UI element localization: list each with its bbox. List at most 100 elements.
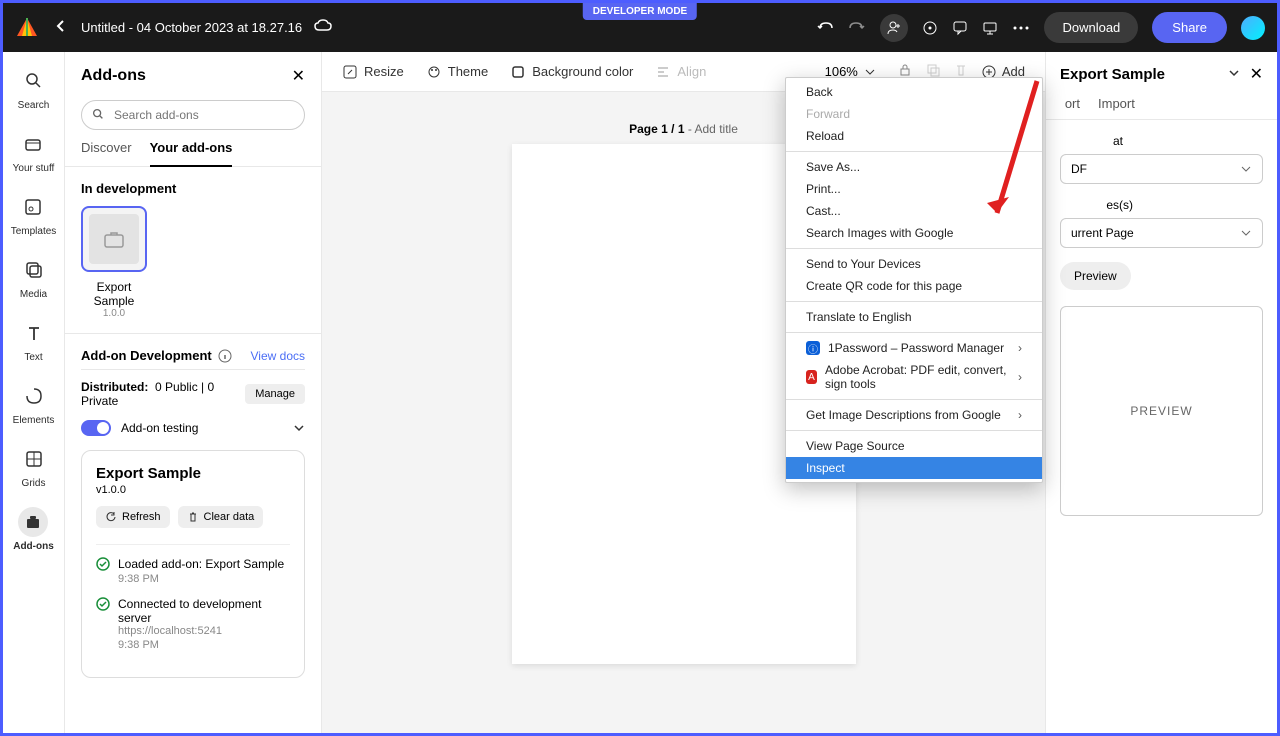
rail-elements[interactable]: Elements: [13, 381, 55, 426]
panel-title: Add-ons: [81, 67, 146, 85]
ctx-1password[interactable]: ⓘ1Password – Password Manager›: [786, 337, 1042, 359]
distributed-label: Distributed:: [81, 380, 148, 394]
share-button[interactable]: Share: [1152, 12, 1227, 43]
ctx-inspect[interactable]: Inspect: [786, 457, 1042, 479]
refresh-icon: [105, 511, 117, 523]
rail-your-stuff[interactable]: Your stuff: [13, 129, 55, 174]
acrobat-icon: A: [806, 370, 817, 384]
rail-addons[interactable]: Add-ons: [13, 507, 54, 552]
format-label: at: [1060, 134, 1263, 148]
tab-export[interactable]: ort: [1060, 96, 1080, 119]
bgcolor-icon: [510, 64, 526, 80]
ctx-img-descriptions[interactable]: Get Image Descriptions from Google›: [786, 404, 1042, 426]
rail-media[interactable]: Media: [19, 255, 49, 300]
rail-text[interactable]: Text: [19, 318, 49, 363]
chevron-down-icon[interactable]: [1228, 64, 1240, 84]
invite-icon[interactable]: [880, 14, 908, 42]
align-button: Align: [655, 64, 706, 80]
redo-icon[interactable]: [848, 20, 866, 36]
ctx-print[interactable]: Print...: [786, 178, 1042, 200]
log-entry: Loaded add-on: Export Sample9:38 PM: [96, 557, 290, 585]
close-icon[interactable]: ✕: [1250, 64, 1263, 84]
ctx-view-source[interactable]: View Page Source: [786, 435, 1042, 457]
bag-icon: [103, 230, 125, 248]
ctx-send-devices[interactable]: Send to Your Devices: [786, 253, 1042, 275]
comment-icon[interactable]: [952, 20, 968, 36]
addon-dev-heading: Add-on Development: [81, 348, 232, 363]
search-icon: [91, 107, 105, 121]
resize-button[interactable]: Resize: [342, 64, 404, 80]
user-avatar[interactable]: [1241, 16, 1265, 40]
trash-icon: [187, 511, 199, 523]
ctx-reload[interactable]: Reload: [786, 125, 1042, 147]
dev-mode-badge: DEVELOPER MODE: [583, 3, 697, 20]
header-actions: Download Share: [816, 12, 1265, 43]
ctx-qr[interactable]: Create QR code for this page: [786, 275, 1042, 297]
present-icon[interactable]: [982, 20, 998, 36]
export-panel-title: Export Sample: [1060, 66, 1165, 83]
ctx-search-images[interactable]: Search Images with Google: [786, 222, 1042, 244]
chevron-down-icon[interactable]: [293, 421, 305, 435]
addon-testing-toggle[interactable]: Add-on testing: [81, 420, 305, 436]
rail-search[interactable]: Search: [18, 66, 50, 111]
back-button[interactable]: [55, 19, 65, 36]
rail-templates[interactable]: Templates: [11, 192, 57, 237]
ctx-cast[interactable]: Cast...: [786, 200, 1042, 222]
preview-area: PREVIEW: [1060, 306, 1263, 516]
app-header: DEVELOPER MODE Untitled - 04 October 202…: [3, 3, 1277, 52]
resize-icon: [342, 64, 358, 80]
ctx-forward: Forward: [786, 103, 1042, 125]
tile-version: 1.0.0: [81, 308, 147, 319]
addon-search-input[interactable]: [81, 100, 305, 130]
pages-select[interactable]: urrent Page: [1060, 218, 1263, 248]
view-docs-link[interactable]: View docs: [251, 349, 305, 363]
undo-icon[interactable]: [816, 20, 834, 36]
chevron-down-icon: [864, 68, 876, 76]
more-icon[interactable]: [1012, 26, 1030, 30]
chevron-down-icon: [1240, 162, 1252, 176]
tab-import[interactable]: Import: [1098, 96, 1135, 119]
align-icon: [655, 64, 671, 80]
panel-close-icon[interactable]: ✕: [292, 66, 305, 86]
context-menu: Back Forward Reload Save As... Print... …: [785, 77, 1043, 483]
addon-tile[interactable]: Export Sample1.0.0: [81, 206, 305, 319]
ctx-acrobat[interactable]: AAdobe Acrobat: PDF edit, convert, sign …: [786, 359, 1042, 395]
toggle-switch[interactable]: [81, 420, 111, 436]
ctx-translate[interactable]: Translate to English: [786, 306, 1042, 328]
tile-name: Export Sample: [81, 280, 147, 308]
bgcolor-button[interactable]: Background color: [510, 64, 633, 80]
addons-panel: Add-ons ✕ Discover Your add-ons In devel…: [65, 52, 322, 733]
theme-button[interactable]: Theme: [426, 64, 488, 80]
check-icon: [96, 557, 110, 585]
in-dev-heading: In development: [81, 181, 305, 196]
help-icon[interactable]: [922, 20, 938, 36]
tab-your-addons[interactable]: Your add-ons: [150, 140, 233, 167]
tab-discover[interactable]: Discover: [81, 140, 132, 166]
addon-card-title: Export Sample: [96, 465, 290, 482]
chevron-down-icon: [1240, 226, 1252, 240]
download-button[interactable]: Download: [1044, 12, 1138, 43]
1password-icon: ⓘ: [806, 341, 820, 355]
clear-data-button[interactable]: Clear data: [178, 506, 264, 528]
addon-card-version: v1.0.0: [96, 484, 290, 496]
theme-icon: [426, 64, 442, 80]
pages-label: es(s): [1060, 198, 1263, 212]
check-icon: [96, 597, 110, 651]
rail-grids[interactable]: Grids: [19, 444, 49, 489]
format-select[interactable]: DF: [1060, 154, 1263, 184]
cloud-icon[interactable]: [314, 18, 332, 37]
left-rail: Search Your stuff Templates Media Text E…: [3, 52, 65, 733]
toggle-label: Add-on testing: [121, 421, 198, 435]
export-panel: Export Sample ✕ ort Import at DF es(s) u…: [1045, 52, 1277, 733]
log-entry: Connected to development serverhttps://l…: [96, 597, 290, 651]
app-logo: [15, 16, 39, 40]
document-title[interactable]: Untitled - 04 October 2023 at 18.27.16: [81, 20, 302, 35]
addon-search[interactable]: [81, 100, 305, 130]
info-icon[interactable]: [218, 349, 232, 363]
preview-button[interactable]: Preview: [1060, 262, 1131, 290]
ctx-saveas[interactable]: Save As...: [786, 156, 1042, 178]
addon-card: Export Sample v1.0.0 Refresh Clear data …: [81, 450, 305, 678]
refresh-button[interactable]: Refresh: [96, 506, 170, 528]
manage-button[interactable]: Manage: [245, 384, 305, 404]
ctx-back[interactable]: Back: [786, 81, 1042, 103]
